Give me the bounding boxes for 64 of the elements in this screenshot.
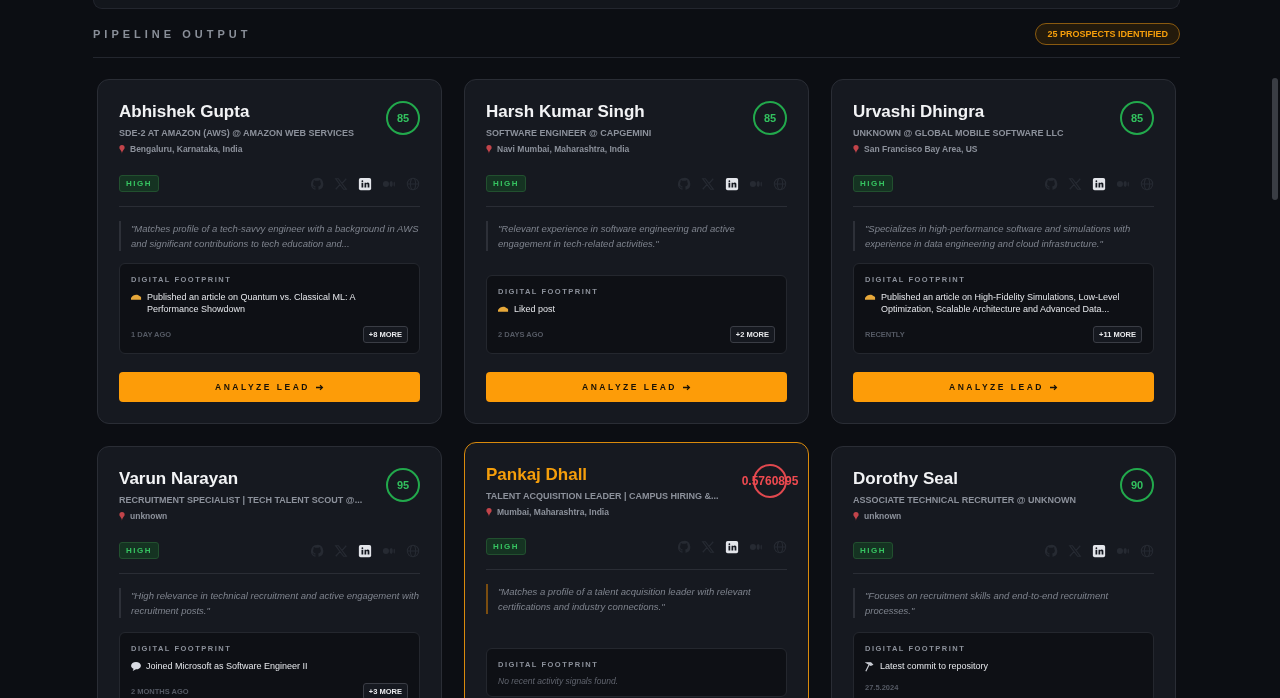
prospect-location: Mumbai, Maharashtra, India	[497, 507, 609, 517]
match-summary: "Matches a profile of a talent acquisition leader with relevant certifications and industry connections."	[486, 584, 787, 614]
analyze-lead-button[interactable]: ANALYZE LEAD	[119, 372, 420, 402]
score-value: 85	[763, 112, 777, 124]
footprint-signal: Joined Microsoft as Software Engineer II	[146, 660, 308, 672]
linkedin-icon[interactable]	[1092, 176, 1106, 191]
match-summary: "Focuses on recruitment skills and end-to-end recruitment processes."	[853, 588, 1154, 618]
arrow-icon	[1049, 383, 1058, 391]
arrow-icon	[315, 383, 324, 391]
speech-bubble-icon	[131, 662, 141, 671]
match-summary: "Matches profile of a tech-savvy engineer with a background in AWS and significant contributions to tech education and...	[119, 221, 420, 251]
linkedin-icon[interactable]	[725, 539, 739, 554]
score-value: 85	[1130, 112, 1144, 124]
match-summary: "Specializes in high-performance software and simulations with experience in data engineering and cloud infrastructure."	[853, 221, 1154, 251]
prospect-title: SDE-2 AT AMAZON (AWS) @ AMAZON WEB SERVICES	[119, 128, 354, 138]
score-value: 95	[396, 479, 410, 491]
pin-icon	[486, 144, 492, 154]
prospect-title: UNKNOWN @ GLOBAL MOBILE SOFTWARE LLC	[853, 128, 1064, 138]
prospect-name: Abhishek Gupta	[119, 102, 251, 122]
pin-icon	[853, 144, 859, 154]
footprint-signal: Latest commit to repository	[880, 660, 989, 672]
priority-badge: HIGH	[119, 175, 159, 192]
prospect-name: Pankaj Dhall	[486, 465, 589, 485]
prospect-name: Urvashi Dhingra	[853, 102, 986, 122]
prospect-location: Bengaluru, Karnataka, India	[130, 144, 243, 154]
prospect-title: TALENT ACQUISITION LEADER | CAMPUS HIRING &...	[486, 491, 719, 501]
prospect-title: ASSOCIATE TECHNICAL RECRUITER @ UNKNOWN	[853, 495, 1076, 505]
match-summary: "Relevant experience in software engineering and active engagement in tech-related activities."	[486, 221, 787, 251]
footprint-empty-note: No recent activity signals found.	[498, 676, 619, 686]
score-value: 90	[1130, 479, 1144, 491]
footprint-signal: Liked post	[514, 303, 556, 315]
prospect-name: Varun Narayan	[119, 469, 240, 489]
priority-badge: HIGH	[853, 175, 893, 192]
prospect-title: RECRUITMENT SPECIALIST | TECH TALENT SCOUT @...	[119, 495, 363, 505]
prospect-location: Navi Mumbai, Maharashtra, India	[497, 144, 630, 154]
priority-badge: HIGH	[486, 538, 526, 555]
prospect-location: San Francisco Bay Area, US	[864, 144, 978, 154]
pin-icon	[853, 511, 859, 521]
prospect-location: unknown	[864, 511, 902, 521]
analyze-lead-button[interactable]: ANALYZE LEAD	[486, 372, 787, 402]
priority-badge: HIGH	[853, 542, 893, 559]
scrollbar[interactable]	[1272, 78, 1278, 200]
match-summary: "High relevance in technical recruitment and active engagement with recruitment posts."	[119, 588, 420, 618]
pin-icon	[119, 511, 125, 521]
pin-icon	[486, 507, 492, 517]
footprint-signal: Published an article on Quantum vs. Classical ML: A Performance Showdown	[147, 291, 357, 315]
priority-badge: HIGH	[486, 175, 526, 192]
hammer-icon	[865, 662, 875, 672]
prospect-name: Dorothy Seal	[853, 469, 959, 489]
linkedin-icon[interactable]	[725, 176, 739, 191]
section-title: PIPELINE OUTPUT	[93, 28, 252, 40]
analyze-lead-button[interactable]: ANALYZE LEAD	[853, 372, 1154, 402]
prospect-name: Harsh Kumar Singh	[486, 102, 646, 122]
pin-icon	[119, 144, 125, 154]
prospect-title: SOFTWARE ENGINEER @ CAPGEMINI	[486, 128, 652, 138]
linkedin-icon[interactable]	[358, 543, 372, 558]
score-value: 85	[396, 112, 410, 124]
arrow-icon	[682, 383, 691, 391]
linkedin-icon[interactable]	[358, 176, 372, 191]
footprint-signal: Published an article on High-Fidelity Simulations, Low-Level Optimization, Scalable Architecture and Advanced Data...	[881, 291, 1121, 315]
prospect-count-badge: 25 PROSPECTS IDENTIFIED	[1035, 23, 1180, 45]
prospect-location: unknown	[130, 511, 168, 521]
priority-badge: HIGH	[119, 542, 159, 559]
linkedin-icon[interactable]	[1092, 543, 1106, 558]
